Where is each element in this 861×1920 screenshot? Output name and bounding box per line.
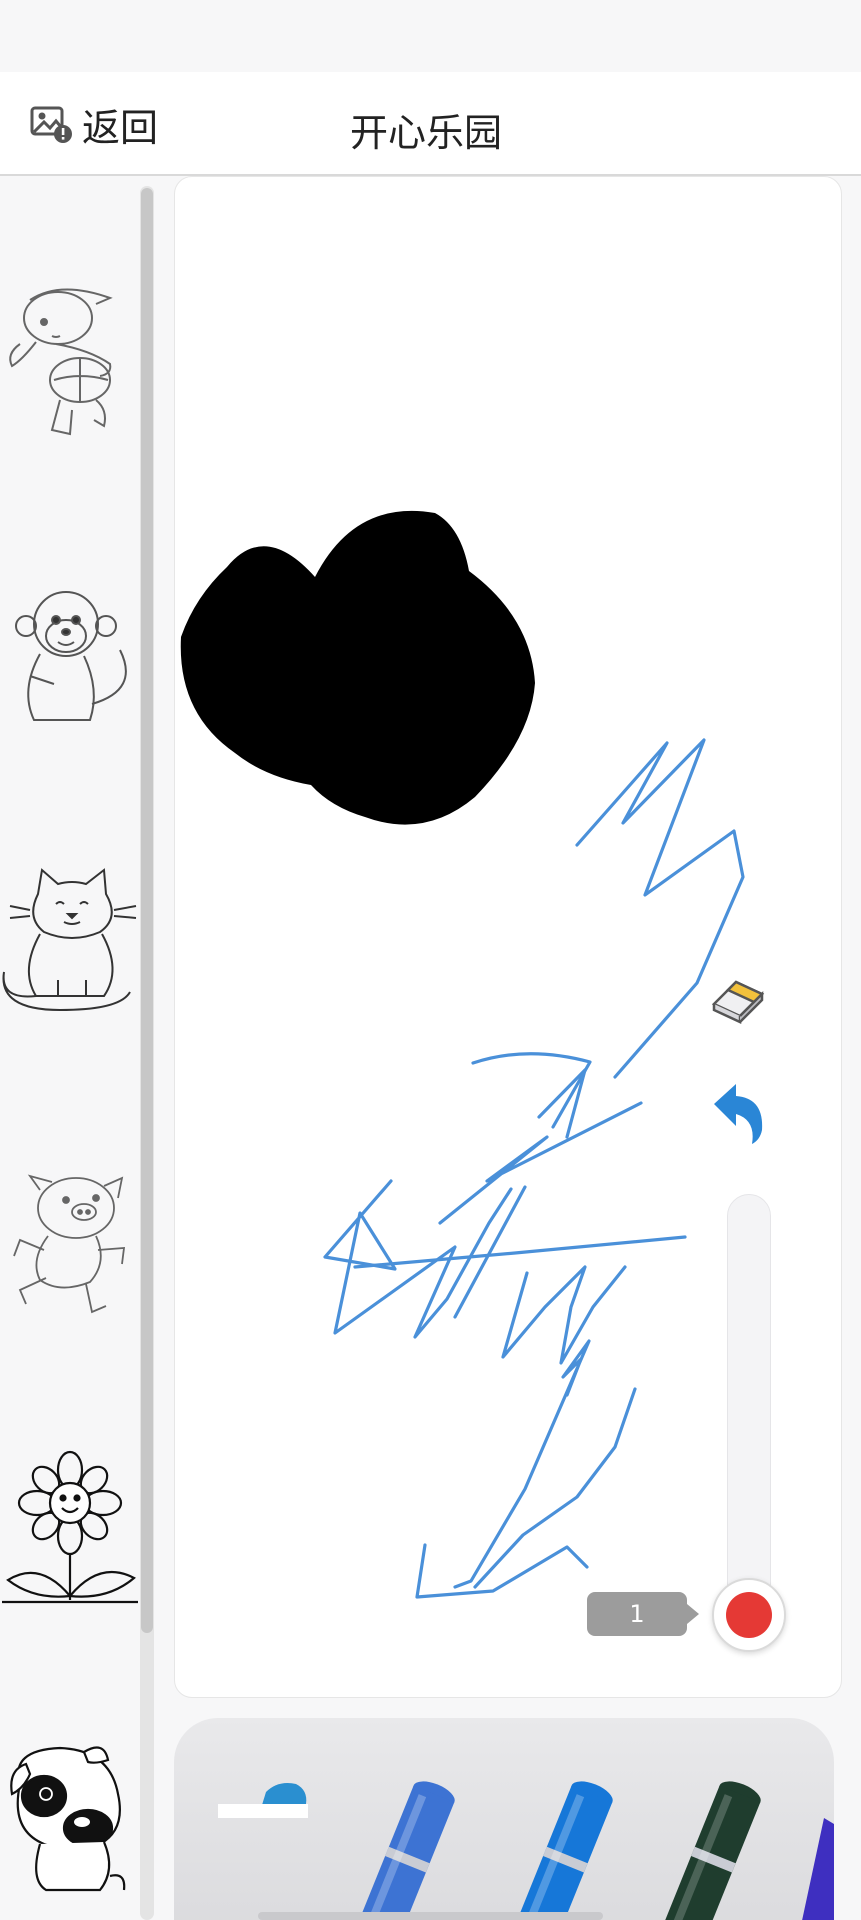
undo-button[interactable] <box>708 1080 766 1146</box>
cat-icon <box>2 868 137 1012</box>
template-puppy[interactable] <box>0 1740 140 1900</box>
page-title: 开心乐园 <box>350 111 503 155</box>
brush-size-slider[interactable] <box>727 1194 771 1634</box>
puppy-icon <box>10 1746 126 1892</box>
flower-icon <box>2 1450 138 1604</box>
home-indicator <box>258 1912 603 1920</box>
brush-size-tip-arrow <box>687 1604 699 1624</box>
pencil-palette <box>174 1718 834 1920</box>
top-bar: 返回 开心乐园 <box>0 72 861 176</box>
template-monkey[interactable] <box>0 580 140 740</box>
boy-with-ball-icon <box>9 288 113 436</box>
image-icon <box>30 106 72 143</box>
thumbnail-scrollbar-thumb[interactable] <box>141 188 153 1633</box>
pencil-dark-green[interactable] <box>640 1778 770 1920</box>
monkey-icon <box>15 591 127 721</box>
pencil-indigo[interactable] <box>784 1818 834 1920</box>
template-flower[interactable] <box>0 1450 140 1610</box>
template-boy[interactable] <box>0 280 140 440</box>
color-picker-knob[interactable] <box>712 1578 786 1652</box>
pencil-royal-blue[interactable] <box>334 1778 464 1920</box>
black-fill-blob <box>180 510 535 825</box>
undo-icon <box>714 1084 763 1144</box>
brush-size-value: 1 <box>587 1592 687 1636</box>
pig-icon <box>13 1174 126 1314</box>
eraser-button[interactable] <box>706 966 768 1028</box>
blue-strokes <box>323 738 745 1599</box>
template-list <box>0 180 140 1920</box>
template-pig[interactable] <box>0 1170 140 1330</box>
current-color-swatch <box>726 1592 772 1638</box>
back-label: 返回 <box>82 105 159 150</box>
status-bar <box>0 0 861 72</box>
template-cat[interactable] <box>0 860 140 1020</box>
pencil-blue[interactable] <box>492 1778 622 1920</box>
pencil-light-blue[interactable] <box>208 1778 318 1818</box>
back-button[interactable]: 返回 <box>30 98 158 150</box>
eraser-icon <box>711 980 765 1024</box>
